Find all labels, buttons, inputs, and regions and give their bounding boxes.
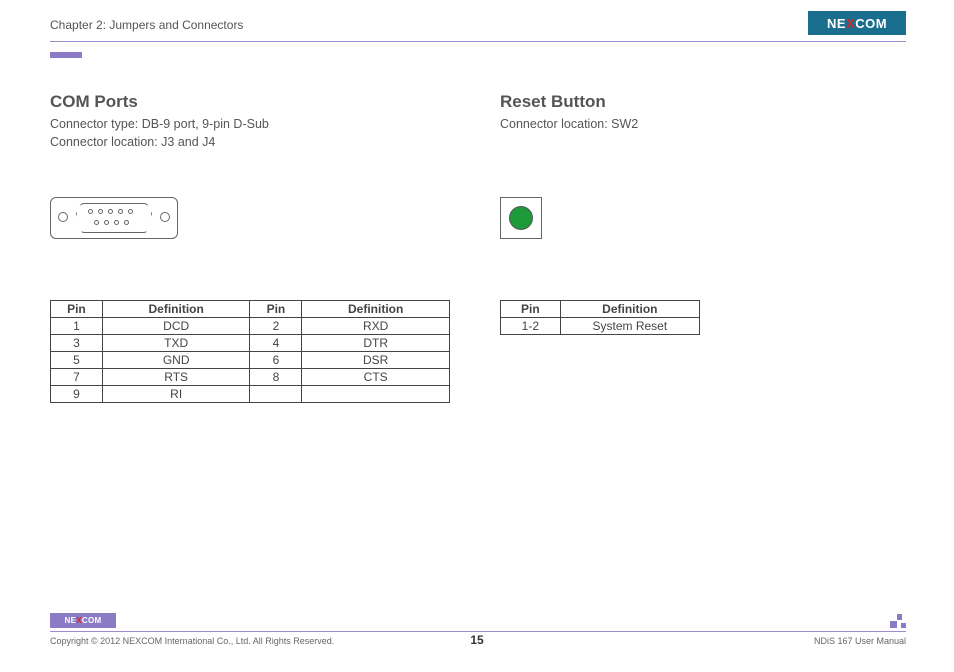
page-number: 15 — [0, 633, 954, 647]
table-row: 9 RI — [51, 386, 450, 403]
com-ports-heading: COM Ports — [50, 92, 450, 112]
manual-name: NDiS 167 User Manual — [814, 636, 906, 646]
table-header: Definition — [302, 301, 450, 318]
table-header: Pin — [501, 301, 561, 318]
brand-text: NEXCOM — [827, 16, 887, 31]
header-accent — [50, 52, 82, 58]
table-row: 5 GND 6 DSR — [51, 352, 450, 369]
brand-logo: NEXCOM — [808, 11, 906, 35]
footer-brand-text: NEXCOM — [65, 616, 102, 625]
reset-connector-location: Connector location: SW2 — [500, 116, 900, 134]
reset-button-diagram — [500, 197, 542, 239]
reset-button-circle — [509, 206, 533, 230]
table-row: 3 TXD 4 DTR — [51, 335, 450, 352]
db9-connector-diagram — [50, 197, 178, 239]
header-rule — [50, 41, 906, 42]
table-header: Pin — [250, 301, 302, 318]
table-header: Pin — [51, 301, 103, 318]
chapter-title: Chapter 2: Jumpers and Connectors — [50, 18, 243, 32]
reset-button-heading: Reset Button — [500, 92, 900, 112]
table-row: 1-2 System Reset — [501, 318, 700, 335]
footer-rule — [50, 631, 906, 632]
footer-decoration-icon — [892, 614, 906, 628]
table-row: 7 RTS 8 CTS — [51, 369, 450, 386]
table-header: Definition — [560, 301, 699, 318]
com-pinout-table: Pin Definition Pin Definition 1 DCD 2 RX… — [50, 300, 450, 403]
table-header: Definition — [102, 301, 250, 318]
footer-brand-logo: NEXCOM — [50, 613, 116, 628]
reset-pinout-table: Pin Definition 1-2 System Reset — [500, 300, 700, 335]
table-row: 1 DCD 2 RXD — [51, 318, 450, 335]
com-connector-type: Connector type: DB-9 port, 9-pin D-Sub — [50, 116, 450, 134]
com-connector-location: Connector location: J3 and J4 — [50, 134, 450, 152]
